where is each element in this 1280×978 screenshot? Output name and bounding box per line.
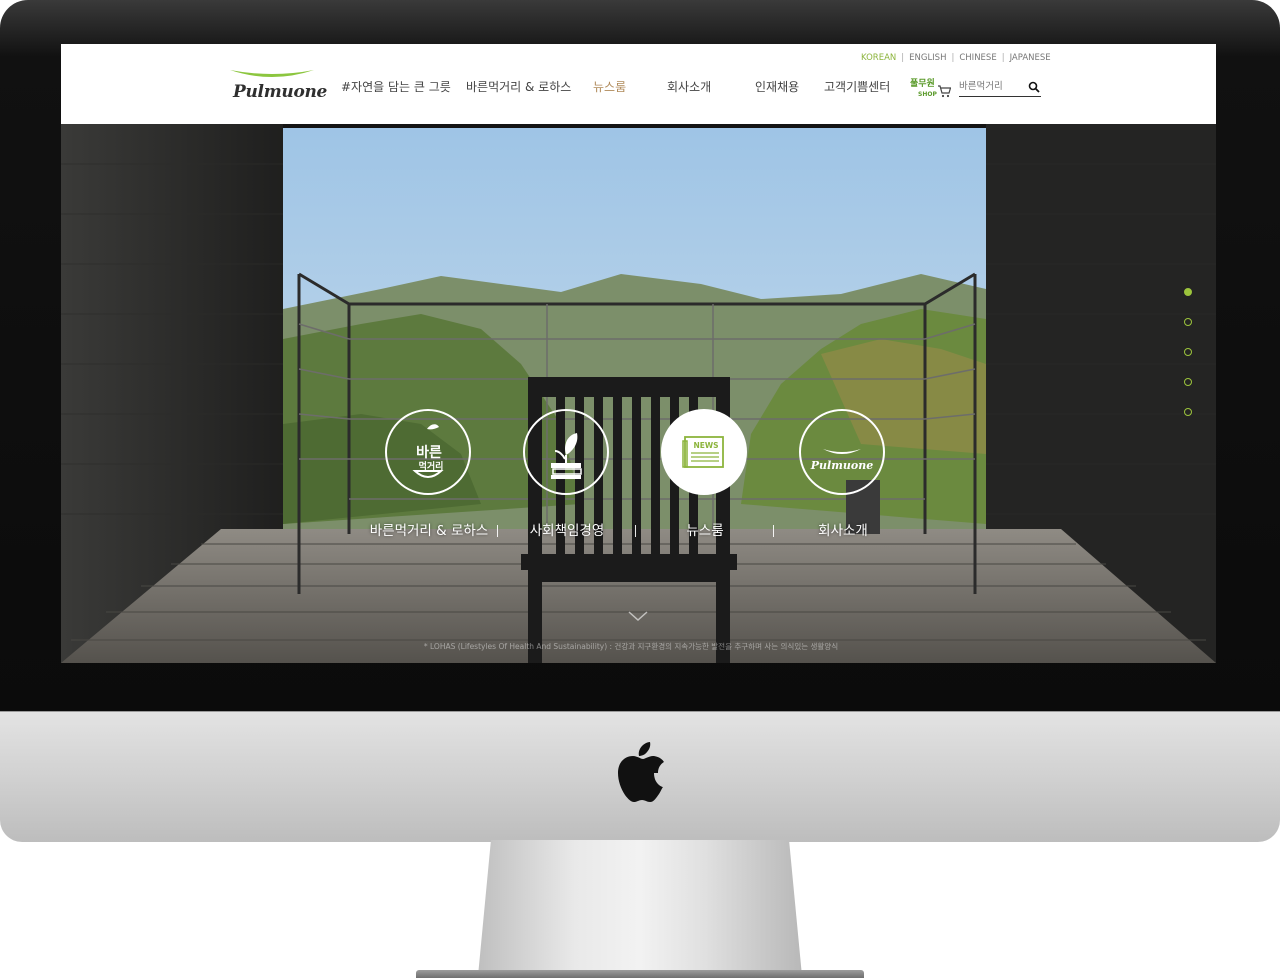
nav-item-brand[interactable]: #자연을 담는 큰 그릇 bbox=[341, 78, 451, 95]
hero-visual: 바른 먹거리 바른먹거리 & 로하스 사회책임경영 NEWS 뉴스룸 Pulmu… bbox=[61, 124, 1216, 663]
quick-link-label: 회사소개 bbox=[818, 523, 868, 539]
quick-link-csr[interactable]: 사회책임경영 bbox=[499, 409, 619, 539]
circle-company: Pulmuone bbox=[799, 409, 885, 495]
search-box bbox=[959, 78, 1041, 97]
lang-separator: | bbox=[951, 53, 955, 63]
company-icon-text: Pulmuone bbox=[810, 459, 873, 472]
pulmuone-logo-icon: Pulmuone bbox=[810, 449, 873, 472]
nav-item-careers[interactable]: 인재채용 bbox=[755, 78, 799, 95]
cart-icon bbox=[938, 85, 951, 98]
chevron-down-icon[interactable] bbox=[627, 610, 649, 622]
pagination-dot-1[interactable] bbox=[1184, 288, 1192, 296]
lang-japanese[interactable]: JAPANESE bbox=[1010, 53, 1051, 63]
nav-item-lohas[interactable]: 바른먹거리 & 로하스 bbox=[466, 78, 571, 95]
apple-logo-icon bbox=[618, 742, 664, 802]
website-screen: Pulmuone KOREAN | ENGLISH | CHINESE | JA… bbox=[61, 44, 1216, 663]
circle-newsroom: NEWS bbox=[661, 409, 747, 495]
lohas-footnote: * LOHAS (Lifestyles Of Health And Sustai… bbox=[423, 642, 839, 651]
nav-item-newsroom[interactable]: 뉴스룸 bbox=[593, 78, 626, 95]
pagination-dot-5[interactable] bbox=[1184, 408, 1192, 416]
quick-link-company[interactable]: Pulmuone 회사소개 bbox=[775, 409, 895, 539]
shop-sub-label: SHOP bbox=[918, 91, 937, 98]
shop-link[interactable]: 풀무원 SHOP bbox=[910, 80, 952, 102]
shop-label: 풀무원 bbox=[910, 79, 935, 89]
quick-link-lohas[interactable]: 바른 먹거리 바른먹거리 & 로하스 bbox=[361, 409, 488, 539]
pagination-dot-2[interactable] bbox=[1184, 318, 1192, 326]
monitor-stand bbox=[478, 840, 802, 976]
lang-separator: | bbox=[1001, 53, 1005, 63]
circle-lohas: 바른 먹거리 bbox=[385, 409, 471, 495]
lang-english[interactable]: ENGLISH bbox=[909, 53, 946, 63]
hero-quick-links: 바른 먹거리 바른먹거리 & 로하스 사회책임경영 NEWS 뉴스룸 Pulmu… bbox=[361, 409, 921, 539]
newspaper-icon: NEWS bbox=[682, 436, 724, 468]
nav-item-customer-center[interactable]: 고객기쁨센터 bbox=[824, 78, 890, 95]
slide-pagination bbox=[1184, 288, 1194, 418]
lang-chinese[interactable]: CHINESE bbox=[959, 53, 996, 63]
lang-korean[interactable]: KOREAN bbox=[861, 53, 896, 63]
bareun-meokgeori-icon: 바른 먹거리 bbox=[412, 424, 444, 478]
search-icon[interactable] bbox=[1028, 81, 1040, 93]
nav-item-company[interactable]: 회사소개 bbox=[667, 78, 711, 95]
pagination-dot-3[interactable] bbox=[1184, 348, 1192, 356]
pagination-dot-4[interactable] bbox=[1184, 378, 1192, 386]
main-nav: #자연을 담는 큰 그릇 바른먹거리 & 로하스 뉴스룸 회사소개 인재채용 고… bbox=[61, 78, 921, 98]
circle-csr bbox=[523, 409, 609, 495]
hero-background-image bbox=[61, 124, 1216, 663]
monitor-stand-base bbox=[416, 970, 864, 978]
search-input[interactable] bbox=[959, 79, 1025, 93]
leaf-books-icon bbox=[551, 433, 582, 479]
newspaper-icon-text: NEWS bbox=[693, 441, 718, 450]
lang-separator: | bbox=[901, 53, 905, 63]
site-header: Pulmuone KOREAN | ENGLISH | CHINESE | JA… bbox=[61, 44, 1216, 124]
icon-text-top: 바른 bbox=[416, 445, 442, 461]
quick-link-newsroom[interactable]: NEWS 뉴스룸 bbox=[637, 409, 757, 539]
language-selector: KOREAN | ENGLISH | CHINESE | JAPANESE bbox=[861, 53, 1051, 63]
